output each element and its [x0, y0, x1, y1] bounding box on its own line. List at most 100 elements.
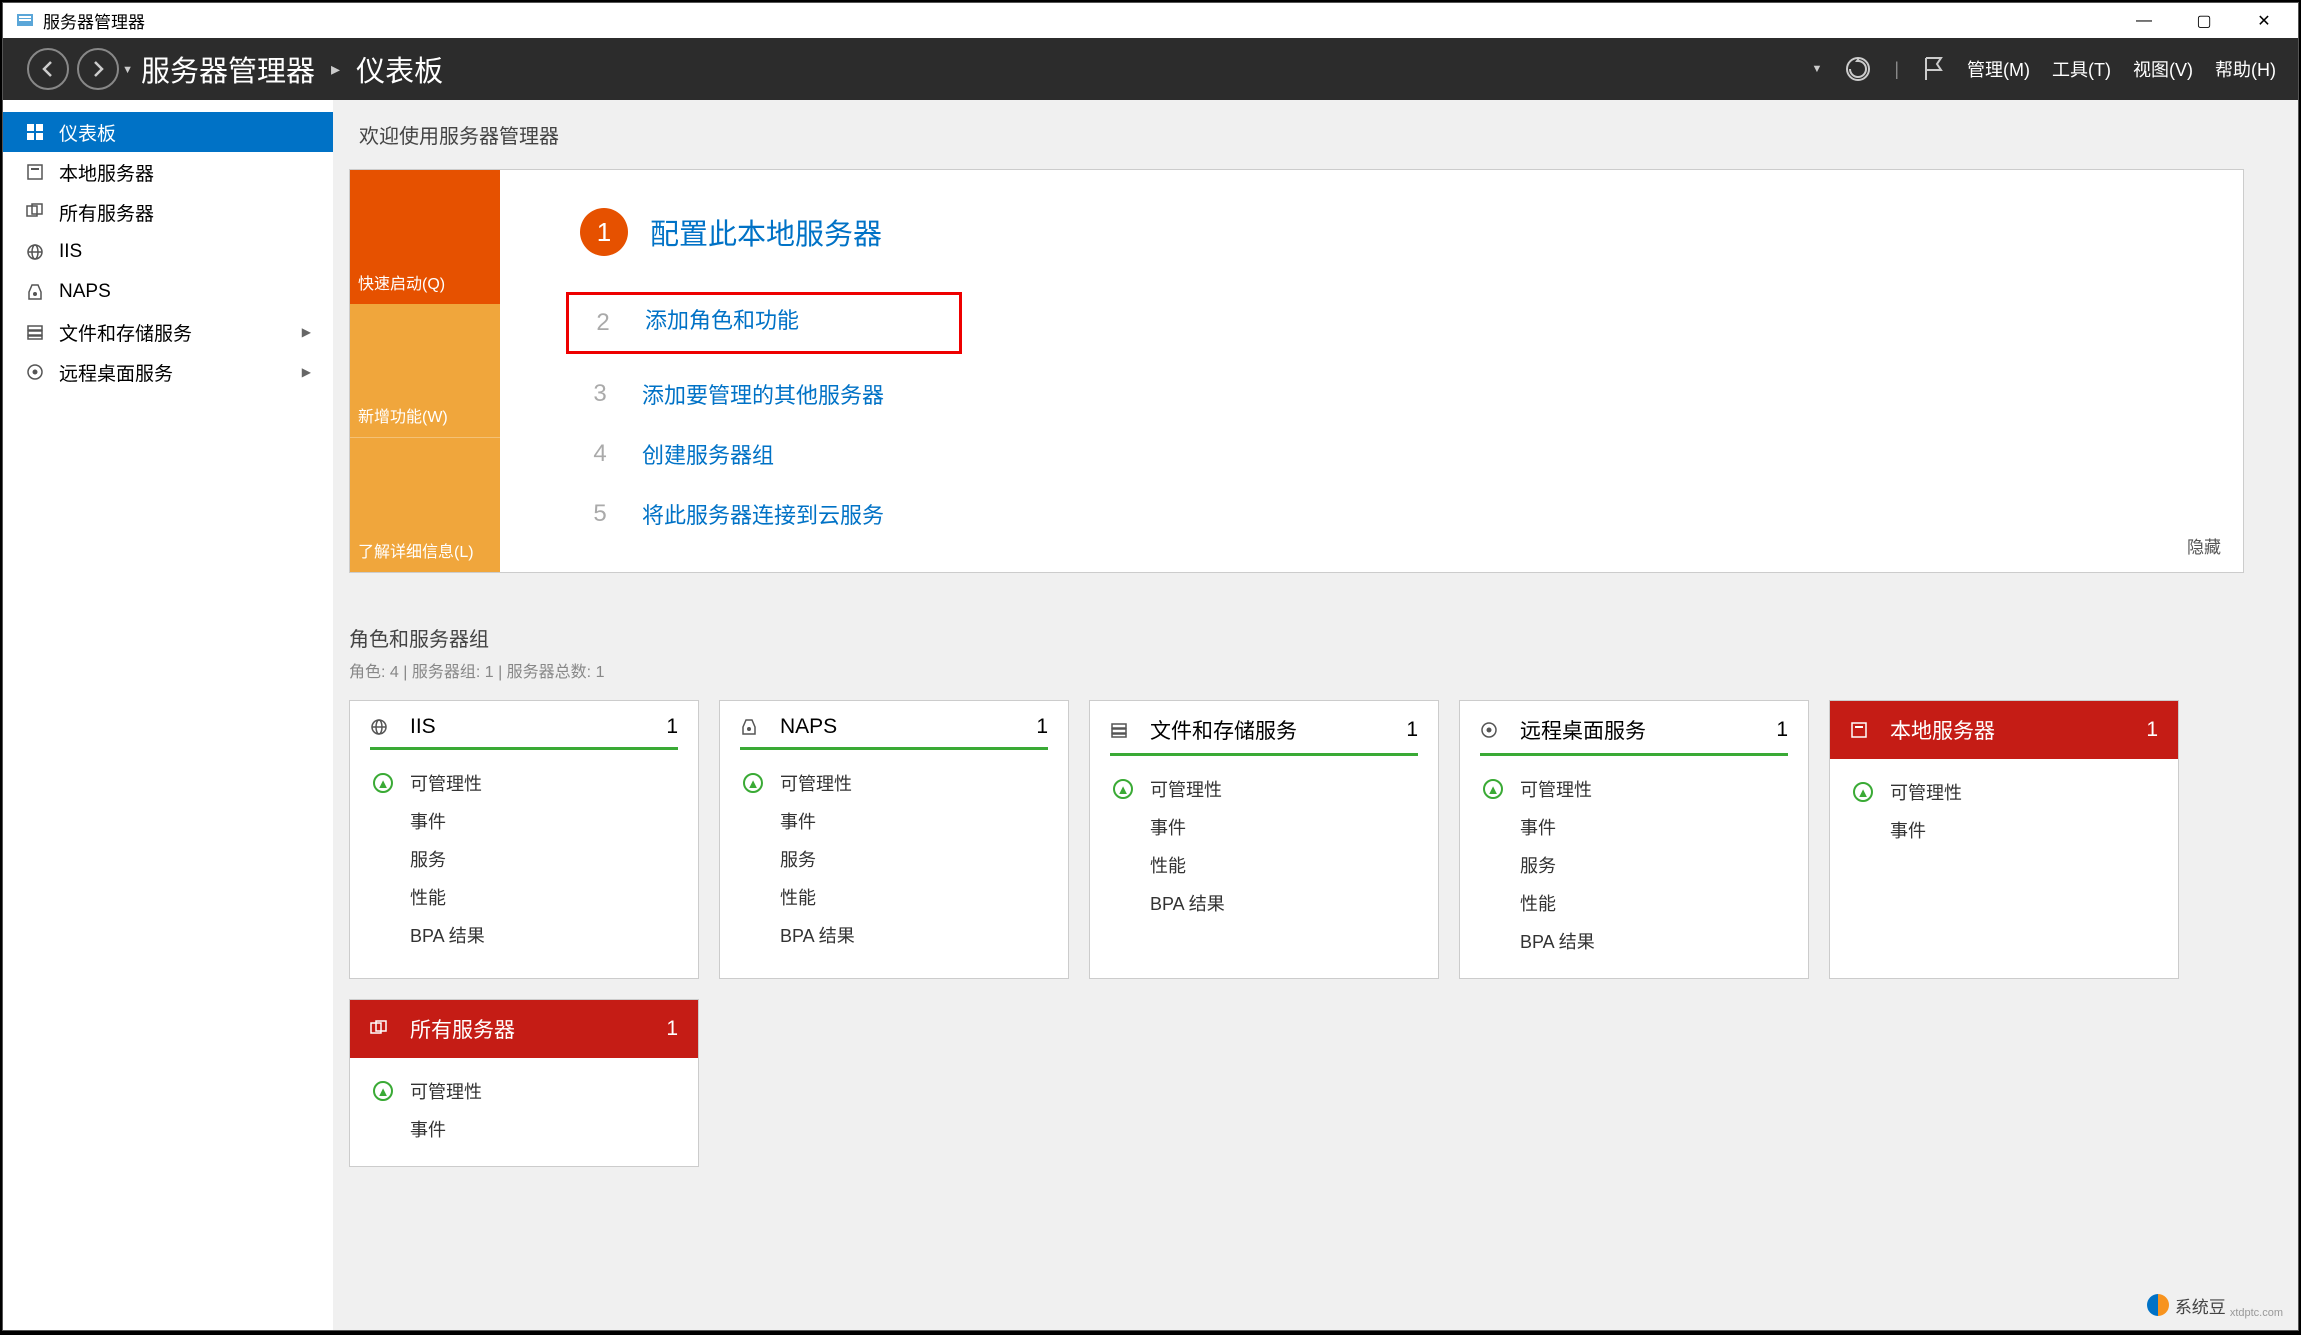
server-manager-window: 服务器管理器 ― ▢ ✕ ▼ 服务器管理器 ▸ 仪表板 ▼ | — [2, 2, 2299, 1331]
whatsnew-tab[interactable]: 新增功能(W) — [350, 304, 500, 438]
menu-help[interactable]: 帮助(H) — [2215, 56, 2276, 82]
maximize-button[interactable]: ▢ — [2174, 5, 2234, 37]
tile-row-label: 性能 — [1150, 852, 1186, 878]
role-tile-local-server[interactable]: 本地服务器 1 ▲ 可管理性 事件 — [1829, 700, 2179, 979]
tile-row-manage[interactable]: ▲ 可管理性 — [370, 1072, 678, 1110]
status-up-icon: ▲ — [370, 1081, 396, 1101]
quickstart-step-4[interactable]: 4创建服务器组 — [580, 434, 2213, 474]
watermark-sub: xtdptc.com — [2230, 1307, 2283, 1319]
step-label: 添加角色和功能 — [645, 303, 799, 343]
tile-row-events[interactable]: 事件 — [1480, 808, 1788, 846]
tile-row-bpa[interactable]: BPA 结果 — [370, 916, 678, 954]
dropdown-icon[interactable]: ▼ — [1811, 63, 1822, 75]
tile-row-perf[interactable]: 性能 — [1110, 846, 1418, 884]
tile-row-label: BPA 结果 — [780, 922, 855, 948]
step-label: 配置此本地服务器 — [650, 211, 882, 253]
tile-row-label: 事件 — [410, 808, 446, 834]
nav-back-button[interactable] — [27, 48, 69, 90]
role-tile-iis[interactable]: IIS 1 ▲ 可管理性 事件 服务 性能 BPA 结果 — [349, 700, 699, 979]
step-number: 3 — [580, 374, 620, 414]
tile-row-events[interactable]: 事件 — [1110, 808, 1418, 846]
tile-count: 1 — [666, 715, 678, 739]
sidebar-item-label: 文件和存储服务 — [59, 319, 192, 346]
sidebar-item-dashboard[interactable]: 仪表板 — [3, 112, 333, 152]
role-tile-remote-desktop[interactable]: 远程桌面服务 1 ▲ 可管理性 事件 服务 性能 BPA 结果 — [1459, 700, 1809, 979]
breadcrumb: 服务器管理器 ▸ 仪表板 — [141, 48, 443, 90]
tile-row-events[interactable]: 事件 — [370, 802, 678, 840]
hide-link[interactable]: 隐藏 — [2187, 533, 2221, 558]
tile-row-label: 可管理性 — [1520, 776, 1592, 802]
tile-row-bpa[interactable]: BPA 结果 — [1110, 884, 1418, 922]
sidebar-item-local-server[interactable]: 本地服务器 — [3, 152, 333, 192]
tile-row-manage[interactable]: ▲ 可管理性 — [1110, 770, 1418, 808]
tile-row-bpa[interactable]: BPA 结果 — [740, 916, 1048, 954]
quickstart-step-5[interactable]: 5将此服务器连接到云服务 — [580, 494, 2213, 534]
quickstart-step-2[interactable]: 2 添加角色和功能 — [580, 292, 2213, 354]
tile-row-perf[interactable]: 性能 — [370, 878, 678, 916]
tile-header: NAPS 1 — [740, 715, 1048, 750]
tile-row-perf[interactable]: 性能 — [740, 878, 1048, 916]
quickstart-step-3[interactable]: 3添加要管理的其他服务器 — [580, 374, 2213, 414]
breadcrumb-current: 仪表板 — [356, 48, 443, 90]
chevron-right-icon: ▶ — [302, 325, 311, 339]
tile-row-manage[interactable]: ▲ 可管理性 — [1850, 773, 2158, 811]
learnmore-tab[interactable]: 了解详细信息(L) — [350, 437, 500, 572]
flag-icon[interactable] — [1921, 56, 1945, 82]
tile-row-events[interactable]: 事件 — [1850, 811, 2158, 849]
tile-header: 所有服务器 1 — [350, 1000, 698, 1058]
tile-row-label: 事件 — [1890, 817, 1926, 843]
tile-row-manage[interactable]: ▲ 可管理性 — [740, 764, 1048, 802]
tile-row-services[interactable]: 服务 — [370, 840, 678, 878]
quickstart-panel: 快速启动(Q) 新增功能(W) 了解详细信息(L) 1 配置此本地服务器 2 添加角色… — [349, 169, 2244, 573]
role-tile-naps[interactable]: NAPS 1 ▲ 可管理性 事件 服务 性能 BPA 结果 — [719, 700, 1069, 979]
role-tile-file-storage[interactable]: 文件和存储服务 1 ▲ 可管理性 事件 性能 BPA 结果 — [1089, 700, 1439, 979]
menu-tools[interactable]: 工具(T) — [2052, 56, 2111, 82]
app-icon — [15, 11, 35, 31]
sidebar-item-iis[interactable]: IIS — [3, 232, 333, 272]
tile-header: IIS 1 — [370, 715, 678, 750]
tile-title: 所有服务器 — [410, 1014, 515, 1044]
tile-row-manage[interactable]: ▲ 可管理性 — [1480, 770, 1788, 808]
quickstart-step-1[interactable]: 1 配置此本地服务器 — [580, 208, 2213, 256]
step-number: 2 — [583, 303, 623, 343]
sidebar-item-all-servers[interactable]: 所有服务器 — [3, 192, 333, 232]
menu-view[interactable]: 视图(V) — [2133, 56, 2193, 82]
minimize-button[interactable]: ― — [2114, 5, 2174, 37]
close-button[interactable]: ✕ — [2234, 5, 2294, 37]
tile-row-label: 服务 — [780, 846, 816, 872]
roles-subtitle: 角色: 4 | 服务器组: 1 | 服务器总数: 1 — [349, 658, 2268, 682]
tile-row-label: 可管理性 — [1150, 776, 1222, 802]
welcome-heading: 欢迎使用服务器管理器 — [359, 120, 2268, 149]
refresh-icon[interactable] — [1844, 55, 1872, 83]
dashboard-icon — [25, 123, 45, 141]
tile-row-services[interactable]: 服务 — [740, 840, 1048, 878]
naps-icon — [740, 718, 766, 736]
all-servers-icon — [370, 1020, 396, 1038]
tile-title: 本地服务器 — [1890, 715, 1995, 745]
nav-forward-button[interactable]: ▼ — [77, 48, 119, 90]
breadcrumb-root[interactable]: 服务器管理器 — [141, 48, 315, 90]
tile-row-label: BPA 结果 — [1520, 928, 1595, 954]
step-number: 4 — [580, 434, 620, 474]
tile-row-events[interactable]: 事件 — [740, 802, 1048, 840]
tile-title: IIS — [410, 715, 436, 739]
sidebar-item-label: 远程桌面服务 — [59, 359, 173, 386]
sidebar-item-remote-desktop[interactable]: 远程桌面服务 ▶ — [3, 352, 333, 392]
menu-manage[interactable]: 管理(M) — [1967, 56, 2030, 82]
local-server-icon — [1850, 721, 1876, 739]
sidebar-item-file-storage[interactable]: 文件和存储服务 ▶ — [3, 312, 333, 352]
quickstart-tab[interactable]: 快速启动(Q) — [350, 170, 500, 304]
tile-row-services[interactable]: 服务 — [1480, 846, 1788, 884]
tile-header: 远程桌面服务 1 — [1480, 715, 1788, 756]
tile-row-events[interactable]: 事件 — [370, 1110, 678, 1148]
sidebar-item-label: 仪表板 — [59, 119, 116, 146]
status-up-icon: ▲ — [370, 773, 396, 793]
tile-row-perf[interactable]: 性能 — [1480, 884, 1788, 922]
tile-row-bpa[interactable]: BPA 结果 — [1480, 922, 1788, 960]
step-number: 1 — [580, 208, 628, 256]
role-tile-all-servers[interactable]: 所有服务器 1 ▲ 可管理性 事件 — [349, 999, 699, 1167]
tile-row-label: 可管理性 — [410, 1078, 482, 1104]
sidebar-item-label: 本地服务器 — [59, 159, 154, 186]
tile-row-manage[interactable]: ▲ 可管理性 — [370, 764, 678, 802]
sidebar-item-naps[interactable]: NAPS — [3, 272, 333, 312]
